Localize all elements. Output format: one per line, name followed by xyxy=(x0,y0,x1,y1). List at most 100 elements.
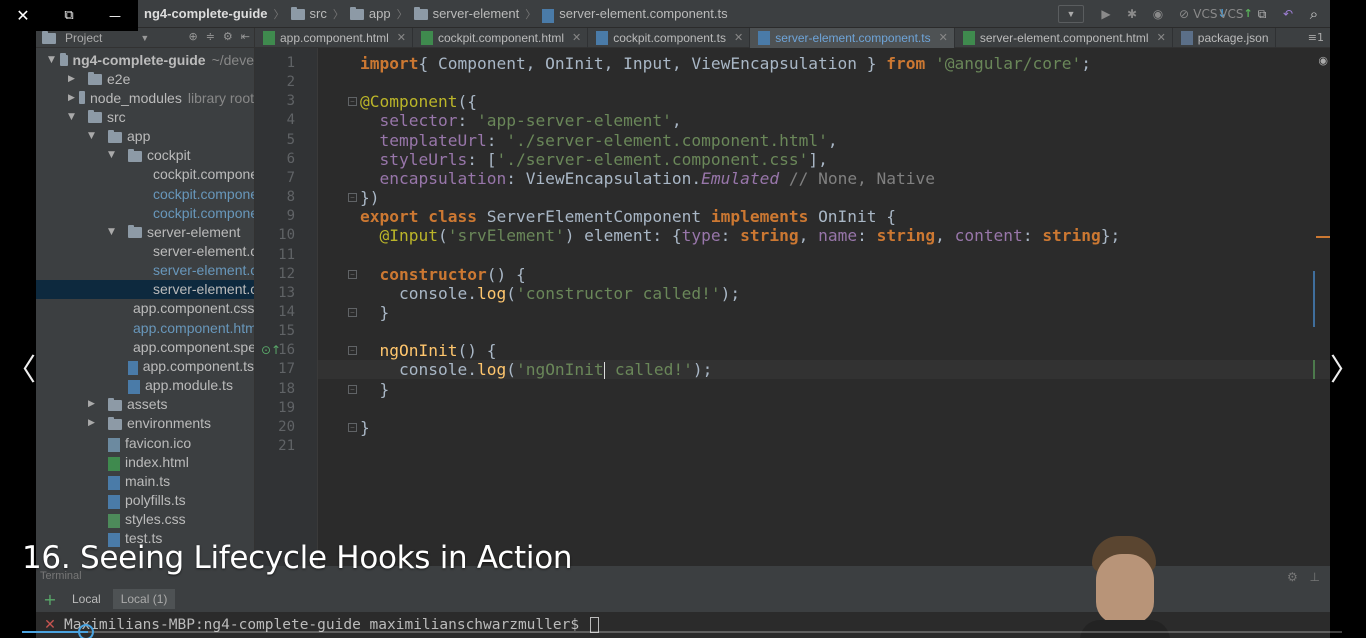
close-icon[interactable]: ✕ xyxy=(0,0,46,31)
vcs-commit-icon[interactable]: VCS ↑ xyxy=(1219,4,1252,24)
breadcrumb-item-src[interactable]: src xyxy=(310,6,327,21)
stop-icon[interactable]: ⊘ xyxy=(1174,4,1194,24)
expanded-arrow-icon[interactable]: ▼ xyxy=(108,150,120,160)
search-icon[interactable]: ⌕ xyxy=(1304,4,1324,24)
warning-marker[interactable] xyxy=(1316,236,1330,239)
expanded-arrow-icon[interactable]: ▼ xyxy=(48,55,55,65)
fold-marker-icon[interactable]: – xyxy=(348,193,357,203)
terminal-tab-local-1[interactable]: Local (1) xyxy=(112,589,176,609)
compare-icon[interactable]: ⧉ xyxy=(1252,4,1272,24)
expanded-arrow-icon[interactable]: ▼ xyxy=(108,227,120,237)
fold-marker-icon[interactable]: – xyxy=(348,307,357,317)
previous-arrow-icon[interactable]: 〈 xyxy=(6,345,36,389)
breadcrumb-file[interactable]: server-element.component.ts xyxy=(559,6,727,21)
tree-item[interactable]: app.component.htm xyxy=(36,318,254,337)
breadcrumb-item-server-element[interactable]: server-element xyxy=(433,6,520,21)
chevron-down-icon[interactable]: ▼ xyxy=(140,33,149,43)
editor-tab[interactable]: cockpit.component.html ✕ xyxy=(413,27,589,48)
tree-item[interactable]: cockpit.compone xyxy=(36,203,254,222)
fold-marker-icon[interactable]: – xyxy=(348,97,357,107)
run-icon[interactable]: ▶ xyxy=(1096,4,1116,24)
editor-tab[interactable]: app.component.html ✕ xyxy=(255,27,413,48)
tree-item[interactable]: index.html xyxy=(36,452,254,471)
tree-item[interactable]: styles.css xyxy=(36,510,254,529)
video-progress-knob[interactable] xyxy=(78,624,94,638)
tree-item[interactable]: ▼ app xyxy=(36,127,254,146)
tree-item[interactable]: app.component.css xyxy=(36,299,254,318)
line-number: 10 xyxy=(278,227,295,244)
close-tab-icon[interactable]: ✕ xyxy=(1157,31,1166,44)
revert-icon[interactable]: ↶ xyxy=(1278,4,1298,24)
tree-item[interactable]: app.component.spe xyxy=(36,337,254,356)
code-token: } xyxy=(360,302,390,322)
fold-marker-icon[interactable]: – xyxy=(348,422,357,432)
tree-item[interactable]: app.component.ts xyxy=(36,356,254,375)
collapsed-arrow-icon[interactable]: ▶ xyxy=(68,74,80,84)
hide-icon[interactable]: ⇤ xyxy=(241,30,250,43)
close-tab-icon[interactable]: ✕ xyxy=(397,31,406,44)
line-number: 14 xyxy=(278,303,295,320)
tree-item[interactable]: ▼ cockpit xyxy=(36,146,254,165)
added-line-marker[interactable] xyxy=(1313,360,1315,380)
restore-icon[interactable]: ⧉ xyxy=(46,0,92,31)
tree-item[interactable]: server-element.c xyxy=(36,242,254,261)
typescript-file-icon xyxy=(542,8,555,23)
gear-icon[interactable]: ⚙ xyxy=(223,30,233,43)
implements-method-icon[interactable]: ⊙↑ xyxy=(261,343,281,357)
tree-item[interactable]: ▶ e2e xyxy=(36,69,254,88)
close-tab-icon[interactable]: ✕ xyxy=(734,31,743,44)
tree-item[interactable]: ▼ src xyxy=(36,107,254,126)
debug-icon[interactable]: ✱ xyxy=(1122,4,1142,24)
breadcrumb-item-app[interactable]: app xyxy=(369,6,391,21)
add-terminal-icon[interactable]: + xyxy=(36,590,64,609)
expanded-arrow-icon[interactable]: ▼ xyxy=(88,131,100,141)
tree-item[interactable]: server-element.c xyxy=(36,279,254,299)
next-arrow-icon[interactable]: 〉 xyxy=(1330,345,1360,389)
tree-item[interactable]: favicon.ico xyxy=(36,433,254,452)
minimize-icon[interactable]: — xyxy=(92,0,138,31)
tree-item[interactable]: ▼ server-element xyxy=(36,222,254,241)
project-panel-title[interactable]: Project xyxy=(65,31,102,45)
collapse-icon[interactable]: ≑ xyxy=(206,30,215,43)
tree-item[interactable]: cockpit.compone xyxy=(36,165,254,184)
editor-tab[interactable]: cockpit.component.ts ✕ xyxy=(588,27,751,48)
code-token: ( xyxy=(437,226,448,246)
hide-icon[interactable]: ⊥ xyxy=(1310,570,1320,584)
tree-item[interactable]: ▶ assets xyxy=(36,395,254,414)
gear-icon[interactable]: ⚙ xyxy=(1287,570,1298,584)
expanded-arrow-icon[interactable]: ▼ xyxy=(68,112,80,122)
terminal-tab-local[interactable]: Local xyxy=(64,589,109,609)
target-icon[interactable]: ⊕ xyxy=(188,30,197,43)
tabs-overflow-icon[interactable]: ≡1 xyxy=(1302,31,1330,44)
fold-marker-icon[interactable]: – xyxy=(348,384,357,394)
tree-item[interactable]: ▶ node_modules library root xyxy=(36,88,254,107)
breadcrumb-project[interactable]: ng4-complete-guide xyxy=(144,6,268,21)
fold-marker-icon[interactable]: – xyxy=(348,346,357,356)
collapsed-arrow-icon[interactable]: ▶ xyxy=(88,399,100,409)
tree-item[interactable]: polyfills.ts xyxy=(36,490,254,509)
tree-item[interactable]: ▶ environments xyxy=(36,414,254,433)
collapsed-arrow-icon[interactable]: ▶ xyxy=(88,418,100,428)
vcs-update-icon[interactable]: VCS ↓ xyxy=(1193,4,1226,24)
tree-item[interactable]: ▼ ng4-complete-guide ~/deve xyxy=(36,50,254,69)
video-progress-track[interactable] xyxy=(22,631,1342,633)
tree-item[interactable]: main.ts xyxy=(36,471,254,490)
editor-tab[interactable]: server-element.component.html ✕ xyxy=(955,27,1173,48)
window-controls: ✕ ⧉ — xyxy=(0,0,138,31)
close-tab-icon[interactable]: ✕ xyxy=(939,31,948,44)
fold-marker-icon[interactable]: – xyxy=(348,269,357,279)
tree-item[interactable]: server-element.c xyxy=(36,261,254,280)
tree-item-label: src xyxy=(107,108,126,125)
tree-item[interactable]: cockpit.compone xyxy=(36,184,254,203)
inspection-eye-icon[interactable]: ◉ xyxy=(1318,54,1328,67)
change-marker[interactable] xyxy=(1313,270,1315,327)
close-tab-icon[interactable]: ✕ xyxy=(572,31,581,44)
editor-tab[interactable]: server-element.component.ts ✕ xyxy=(750,27,955,48)
code-editor[interactable]: import{ Component, OnInit, Input, ViewEn… xyxy=(318,48,1330,568)
coverage-icon[interactable]: ◉ xyxy=(1148,4,1168,24)
collapsed-arrow-icon[interactable]: ▶ xyxy=(68,93,75,103)
tree-item[interactable]: app.module.ts xyxy=(36,376,254,395)
run-config-dropdown[interactable]: ▼ xyxy=(1058,5,1084,23)
code-token: 'app-server-element' xyxy=(476,111,672,131)
editor-tab[interactable]: package.json xyxy=(1173,27,1276,48)
